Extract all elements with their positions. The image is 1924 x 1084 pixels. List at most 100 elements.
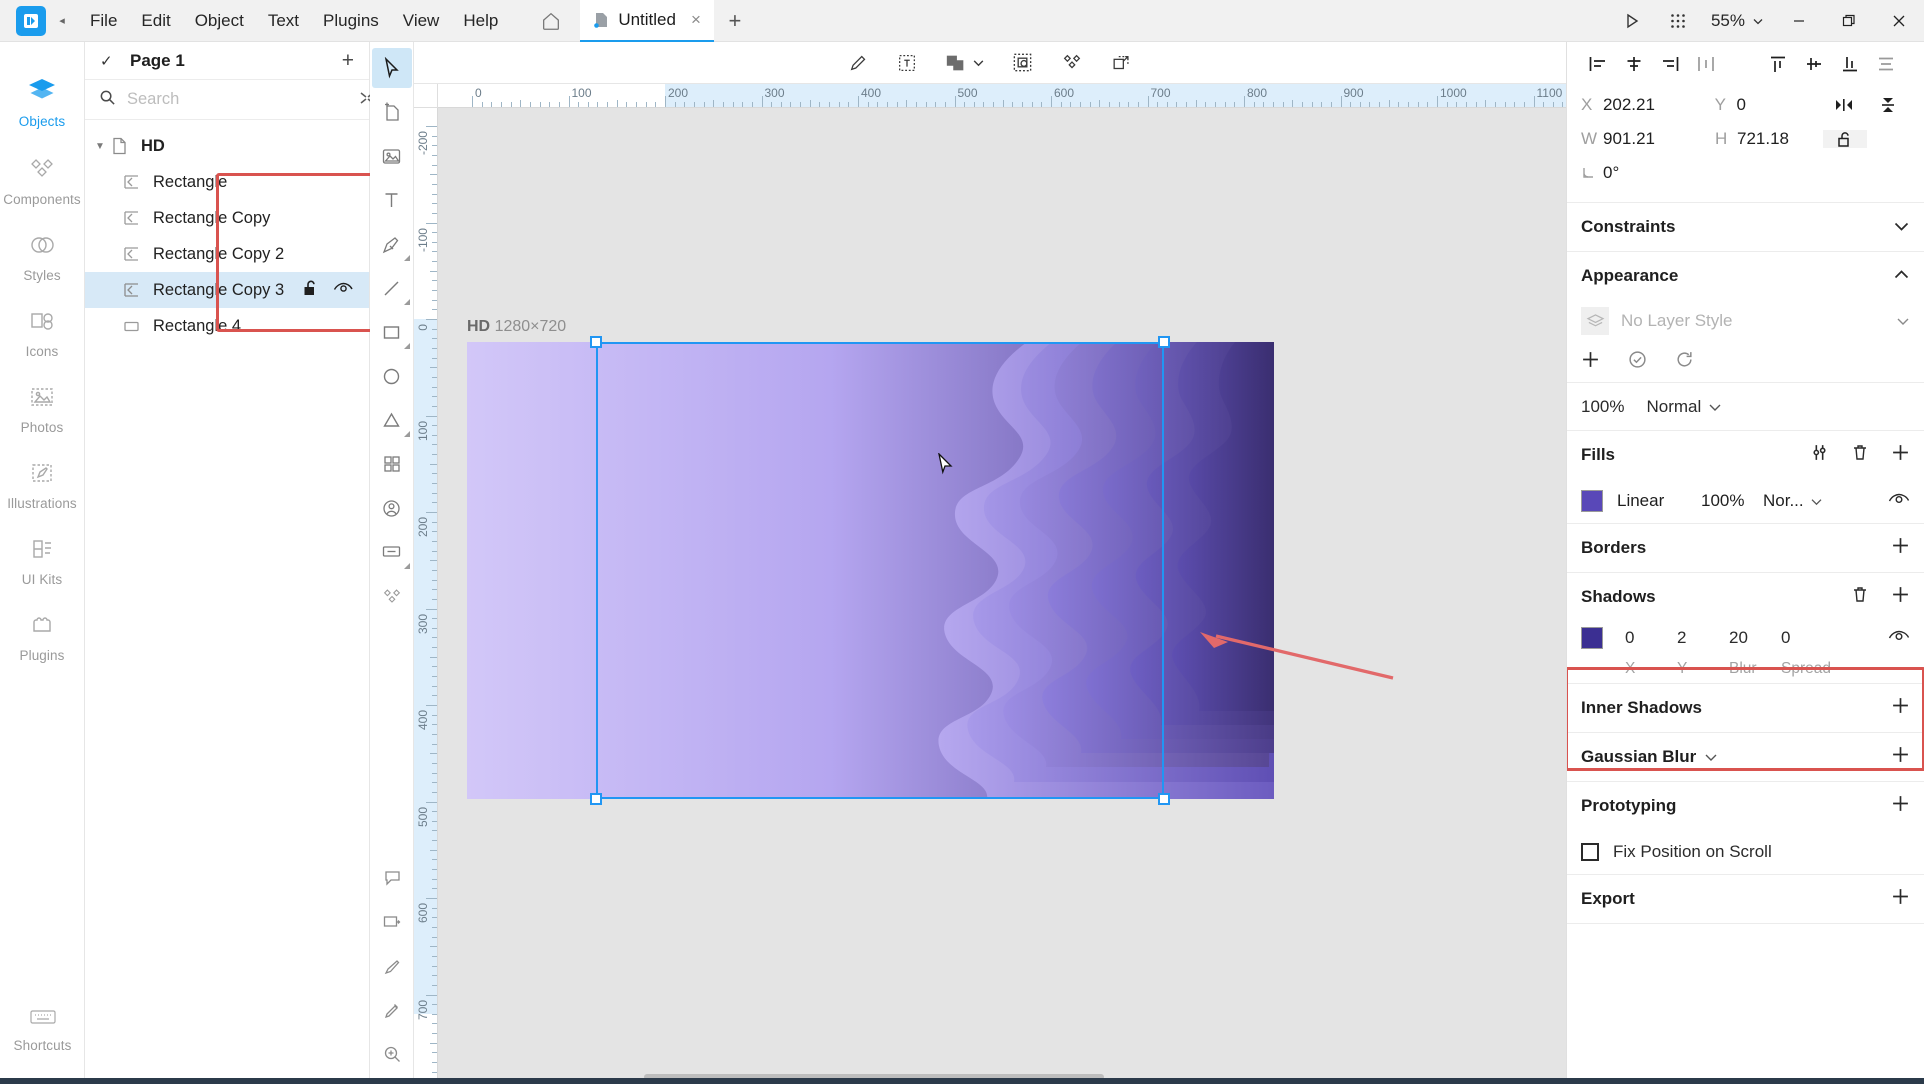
align-bottom-icon[interactable] (1833, 49, 1867, 79)
knife-tool[interactable] (372, 946, 412, 986)
selection-handle-bottom-right[interactable] (1158, 793, 1170, 805)
selection-handle-top-right[interactable] (1158, 336, 1170, 348)
chevron-down-icon[interactable] (1704, 747, 1718, 767)
add-page-button[interactable]: + (342, 49, 354, 73)
sidebar-item-icons[interactable]: Icons (0, 296, 85, 372)
sliders-icon[interactable] (1810, 443, 1829, 467)
tree-row-hd[interactable]: ▼ HD (85, 128, 369, 164)
shadow-color-swatch[interactable] (1581, 627, 1603, 649)
add-prototype-button[interactable] (1891, 794, 1910, 818)
tool-submenu-indicator[interactable] (403, 299, 410, 305)
comment-tool[interactable] (372, 858, 412, 898)
create-component-button[interactable] (1060, 52, 1084, 74)
flip-horizontal-icon[interactable] (1822, 97, 1866, 113)
blend-mode-dropdown[interactable]: Normal (1646, 397, 1722, 417)
menu-item-file[interactable]: File (78, 6, 129, 36)
page-selector-row[interactable]: ✓ Page 1 + (85, 42, 369, 80)
menu-item-help[interactable]: Help (451, 6, 510, 36)
appearance-header[interactable]: Appearance (1567, 252, 1924, 300)
menu-item-text[interactable]: Text (256, 6, 311, 36)
align-right-icon[interactable] (1653, 49, 1687, 79)
zoom-tool[interactable] (372, 1034, 412, 1074)
apply-layer-style-button[interactable] (1628, 350, 1647, 374)
align-center-horizontal-icon[interactable] (1617, 49, 1651, 79)
flip-vertical-icon[interactable] (1866, 96, 1910, 114)
eye-icon[interactable] (333, 281, 353, 300)
tool-submenu-indicator[interactable] (403, 255, 410, 261)
fill-blend-dropdown[interactable]: Nor... (1763, 491, 1823, 511)
caret-down-icon[interactable]: ▼ (95, 141, 111, 152)
add-export-button[interactable] (1891, 887, 1910, 911)
fill-opacity-value[interactable]: 100% (1701, 491, 1763, 511)
menu-item-plugins[interactable]: Plugins (311, 6, 391, 36)
constraints-header[interactable]: Constraints (1567, 203, 1924, 251)
shadow-y-value[interactable]: 2 (1677, 628, 1729, 648)
list-item[interactable]: Rectangle 4 (85, 308, 369, 344)
list-item-selected[interactable]: Rectangle Copy 3 (85, 272, 369, 308)
chevron-down-icon[interactable] (1893, 217, 1910, 237)
hotspot-tool[interactable] (372, 902, 412, 942)
convert-to-text-button[interactable] (896, 52, 918, 74)
opacity-value[interactable]: 100% (1581, 397, 1624, 417)
menu-item-object[interactable]: Object (183, 6, 256, 36)
shadow-visibility-eye-icon[interactable] (1888, 628, 1910, 648)
menu-item-edit[interactable]: Edit (129, 6, 182, 36)
image-tool[interactable] (372, 136, 412, 176)
canvas-viewport[interactable]: HD 1280×720 (438, 108, 1566, 1084)
zoom-level-control[interactable]: 55% (1701, 11, 1774, 31)
select-tool[interactable] (371, 48, 412, 88)
eyedropper-tool[interactable] (372, 990, 412, 1030)
fill-visibility-eye-icon[interactable] (1888, 491, 1910, 511)
distribute-horizontal-icon[interactable] (1689, 49, 1723, 79)
list-item[interactable]: Rectangle (85, 164, 369, 200)
tab-untitled[interactable]: Untitled × (580, 0, 714, 42)
align-top-icon[interactable] (1761, 49, 1795, 79)
pen-tool[interactable] (372, 224, 412, 264)
button-tool[interactable] (372, 532, 412, 572)
sidebar-item-plugins[interactable]: Plugins (0, 600, 85, 676)
app-logo-icon[interactable] (16, 5, 46, 36)
triangle-tool[interactable] (372, 400, 412, 440)
edit-path-button[interactable] (848, 52, 870, 74)
add-fill-button[interactable] (1891, 443, 1910, 467)
add-gaussian-blur-button[interactable] (1891, 745, 1910, 769)
flatten-button[interactable] (1110, 52, 1133, 74)
add-border-button[interactable] (1891, 536, 1910, 560)
reset-layer-style-button[interactable] (1675, 350, 1694, 374)
boolean-ops-button[interactable] (944, 52, 985, 74)
line-tool[interactable] (372, 268, 412, 308)
fix-position-row[interactable]: Fix Position on Scroll (1567, 830, 1924, 874)
ellipse-tool[interactable] (372, 356, 412, 396)
chevron-up-icon[interactable] (1893, 266, 1910, 286)
unlock-icon[interactable] (303, 279, 319, 302)
avatar-tool[interactable] (372, 488, 412, 528)
text-tool[interactable] (372, 180, 412, 220)
trash-icon[interactable] (1851, 443, 1869, 467)
tool-submenu-indicator[interactable] (403, 343, 410, 349)
w-value[interactable]: 901.21 (1603, 129, 1715, 149)
add-shadow-button[interactable] (1891, 585, 1910, 609)
h-value[interactable]: 721.18 (1737, 129, 1823, 149)
play-preview-icon[interactable] (1609, 0, 1655, 42)
selection-handle-top-left[interactable] (590, 336, 602, 348)
sidebar-item-illustrations[interactable]: Illustrations (0, 448, 85, 524)
search-input[interactable] (127, 90, 347, 109)
y-value[interactable]: 0 (1737, 95, 1823, 115)
close-icon[interactable]: × (691, 10, 701, 30)
apps-grid-icon[interactable] (1655, 0, 1701, 42)
shadow-spread-value[interactable]: 0 (1781, 628, 1833, 648)
trash-icon[interactable] (1851, 585, 1869, 609)
list-item[interactable]: Rectangle Copy 2 (85, 236, 369, 272)
align-left-icon[interactable] (1581, 49, 1615, 79)
x-value[interactable]: 202.21 (1603, 95, 1715, 115)
tool-submenu-indicator[interactable] (403, 563, 410, 569)
sidebar-item-components[interactable]: Components (0, 142, 85, 220)
sidebar-item-styles[interactable]: Styles (0, 220, 85, 296)
fix-position-checkbox[interactable] (1581, 843, 1599, 861)
layer-style-row[interactable]: No Layer Style (1567, 300, 1924, 342)
artboard-label[interactable]: HD 1280×720 (467, 318, 566, 336)
shadow-x-value[interactable]: 0 (1625, 628, 1677, 648)
distribute-vertical-icon[interactable] (1869, 49, 1903, 79)
mask-button[interactable] (1011, 51, 1034, 74)
fill-color-swatch[interactable] (1581, 490, 1603, 512)
